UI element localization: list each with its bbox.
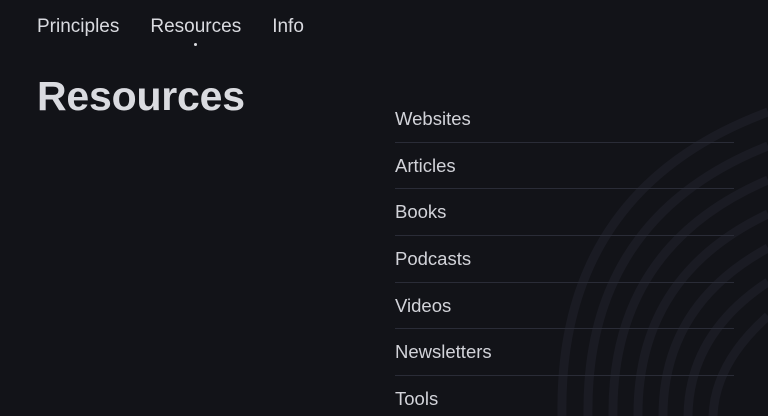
resource-link-newsletters[interactable]: Newsletters xyxy=(395,329,734,377)
nav-link-principles[interactable]: Principles xyxy=(37,15,119,39)
resource-link-label: Videos xyxy=(395,294,452,316)
resource-link-articles[interactable]: Articles xyxy=(395,143,734,190)
nav-link-resources[interactable]: Resources xyxy=(150,15,242,46)
resource-link-tools[interactable]: Tools xyxy=(395,376,734,416)
page-title: Resources xyxy=(37,73,245,119)
resource-link-websites[interactable]: Websites xyxy=(395,96,734,143)
top-navigation: Principles Resources Info xyxy=(37,15,304,46)
resource-link-videos[interactable]: Videos xyxy=(395,283,734,330)
nav-link-label: Resources xyxy=(150,16,242,37)
resource-link-label: Articles xyxy=(395,154,456,176)
resource-link-label: Websites xyxy=(395,107,471,129)
nav-link-info[interactable]: Info xyxy=(272,15,304,39)
resource-link-podcasts[interactable]: Podcasts xyxy=(395,236,734,283)
resource-link-books[interactable]: Books xyxy=(395,189,734,237)
resource-link-label: Tools xyxy=(395,388,439,410)
active-indicator-dot xyxy=(194,43,198,46)
resource-category-list: Websites Articles Books Podcasts Videos … xyxy=(395,96,734,416)
page: Principles Resources Info Resources Webs… xyxy=(0,0,768,416)
resource-link-label: Newsletters xyxy=(395,341,492,363)
resource-link-label: Podcasts xyxy=(395,247,472,269)
nav-link-label: Info xyxy=(272,16,304,37)
resource-link-label: Books xyxy=(395,201,447,223)
nav-link-label: Principles xyxy=(37,16,120,37)
